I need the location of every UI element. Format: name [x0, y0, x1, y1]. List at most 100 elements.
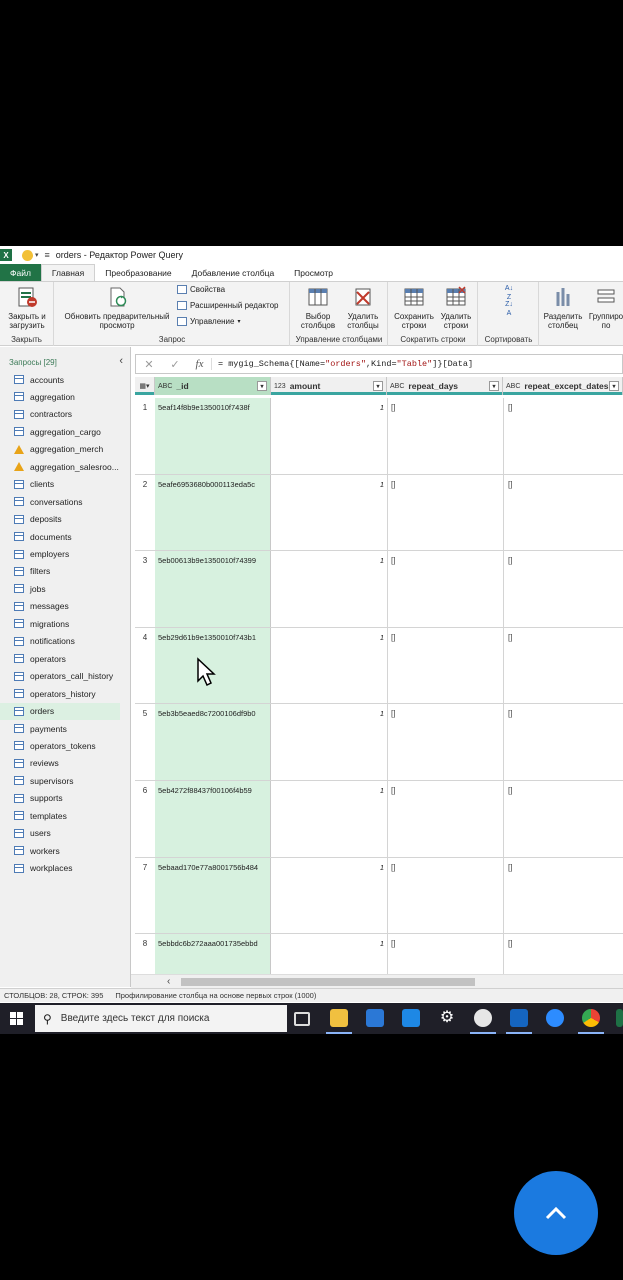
query-item[interactable]: workplaces: [0, 860, 120, 877]
horizontal-scrollbar[interactable]: ‹: [131, 974, 623, 988]
column-header-amount[interactable]: 123 amount ▾: [271, 377, 387, 395]
keep-rows-button[interactable]: Сохранить строки: [393, 286, 435, 330]
query-item[interactable]: accounts: [0, 371, 120, 388]
column-filter-dropdown-icon[interactable]: ▾: [609, 381, 619, 391]
quick-access-dropdown-icon[interactable]: ▾: [35, 251, 39, 259]
remove-rows-button[interactable]: Удалить строки: [435, 286, 477, 330]
cell-repeat-except-dates[interactable]: []: [508, 709, 512, 718]
excel-taskbar-icon[interactable]: [616, 1009, 623, 1027]
query-item[interactable]: messages: [0, 598, 120, 615]
cell-amount[interactable]: 1: [370, 480, 384, 489]
zoom-icon[interactable]: [546, 1009, 564, 1027]
manage-button[interactable]: Управление ▾: [177, 317, 241, 326]
refresh-preview-button[interactable]: Обновить предварительный просмотр: [59, 286, 175, 330]
row-number[interactable]: 3: [135, 556, 155, 565]
row-number[interactable]: 6: [135, 786, 155, 795]
cell-amount[interactable]: 1: [370, 709, 384, 718]
query-item[interactable]: aggregation_merch: [0, 441, 120, 458]
windows-start-icon[interactable]: [10, 1012, 23, 1025]
query-item[interactable]: operators_call_history: [0, 668, 120, 685]
column-filter-dropdown-icon[interactable]: ▾: [257, 381, 267, 391]
query-item[interactable]: aggregation: [0, 388, 120, 405]
query-item[interactable]: contractors: [0, 406, 120, 423]
scrollbar-thumb[interactable]: [181, 978, 475, 986]
fx-icon[interactable]: fx: [188, 358, 212, 370]
status-profiling[interactable]: Профилирование столбца на основе первых …: [115, 991, 316, 1000]
query-item[interactable]: aggregation_salesroo...: [0, 458, 120, 475]
column-type-text-icon[interactable]: ABC: [390, 383, 404, 390]
column-type-text-icon[interactable]: ABC: [158, 383, 172, 390]
query-item[interactable]: jobs: [0, 580, 120, 597]
cell-id[interactable]: 5ebbdc6b272aaa001735ebbd: [158, 939, 258, 948]
cell-id[interactable]: 5ebaad170e77a8001756b484: [158, 863, 258, 872]
cell-amount[interactable]: 1: [370, 633, 384, 642]
cell-repeat-except-dates[interactable]: []: [508, 403, 512, 412]
cell-repeat-days[interactable]: []: [391, 939, 395, 948]
collapse-pane-icon[interactable]: ‹: [119, 355, 123, 367]
cell-repeat-except-dates[interactable]: []: [508, 863, 512, 872]
query-item[interactable]: documents: [0, 528, 120, 545]
cell-repeat-except-dates[interactable]: []: [508, 786, 512, 795]
query-item[interactable]: employers: [0, 546, 120, 563]
column-type-text-icon[interactable]: ABC: [506, 383, 520, 390]
formula-input[interactable]: = mygig_Schema{[Name="orders",Kind="Tabl…: [212, 359, 473, 369]
outlook-icon[interactable]: [510, 1009, 528, 1027]
query-item[interactable]: clients: [0, 476, 120, 493]
query-item[interactable]: workers: [0, 842, 120, 859]
taskbar-search-box[interactable]: ⚲ Введите здесь текст для поиска: [35, 1005, 287, 1032]
cell-amount[interactable]: 1: [370, 556, 384, 565]
query-item[interactable]: notifications: [0, 633, 120, 650]
scroll-to-top-button[interactable]: [514, 1171, 598, 1255]
query-item[interactable]: conversations: [0, 493, 120, 510]
query-item[interactable]: users: [0, 825, 120, 842]
column-header-id[interactable]: ABC _id ▾: [155, 377, 271, 395]
cell-id[interactable]: 5eaf14f8b9e1350010f7438f: [158, 403, 250, 412]
column-header-repeat-except-dates[interactable]: ABC repeat_except_dates ▾: [503, 377, 623, 395]
cell-repeat-days[interactable]: []: [391, 480, 395, 489]
cell-amount[interactable]: 1: [370, 403, 384, 412]
cell-id[interactable]: 5eb4272f88437f00106f4b59: [158, 786, 252, 795]
row-number[interactable]: 4: [135, 633, 155, 642]
tab-view[interactable]: Просмотр: [284, 264, 343, 281]
advanced-editor-button[interactable]: Расширенный редактор: [177, 301, 278, 310]
remove-columns-button[interactable]: Удалить столбцы: [341, 286, 385, 330]
properties-button[interactable]: Свойства: [177, 285, 225, 294]
file-explorer-icon[interactable]: [330, 1009, 348, 1027]
cell-amount[interactable]: 1: [370, 863, 384, 872]
tab-home[interactable]: Главная: [40, 264, 96, 281]
customize-toolbar-icon[interactable]: ≡: [45, 250, 50, 260]
settings-gear-icon[interactable]: ⚙: [438, 1009, 456, 1027]
column-type-number-icon[interactable]: 123: [274, 383, 286, 390]
cell-amount[interactable]: 1: [370, 939, 384, 948]
cell-repeat-days[interactable]: []: [391, 556, 395, 565]
row-number[interactable]: 5: [135, 709, 155, 718]
row-number[interactable]: 7: [135, 863, 155, 872]
row-number[interactable]: 2: [135, 480, 155, 489]
cell-repeat-except-dates[interactable]: []: [508, 633, 512, 642]
cell-repeat-except-dates[interactable]: []: [508, 939, 512, 948]
chrome-icon[interactable]: [582, 1009, 600, 1027]
row-number[interactable]: 1: [135, 403, 155, 412]
cell-id[interactable]: 5eb00613b9e1350010f74399: [158, 556, 256, 565]
accept-formula-icon[interactable]: ✓: [162, 358, 188, 371]
query-item[interactable]: reviews: [0, 755, 120, 772]
query-item[interactable]: filters: [0, 563, 120, 580]
query-item[interactable]: supervisors: [0, 772, 120, 789]
table-menu-button[interactable]: ▦▾: [135, 377, 155, 395]
cell-repeat-days[interactable]: []: [391, 786, 395, 795]
cell-id[interactable]: 5eb29d61b9e1350010f743b1: [158, 633, 256, 642]
query-item[interactable]: deposits: [0, 511, 120, 528]
query-item[interactable]: migrations: [0, 615, 120, 632]
query-item[interactable]: operators_tokens: [0, 737, 120, 754]
smiley-feedback-icon[interactable]: [22, 249, 33, 261]
cell-repeat-days[interactable]: []: [391, 403, 395, 412]
query-item[interactable]: templates: [0, 807, 120, 824]
store-icon[interactable]: [366, 1009, 384, 1027]
query-item[interactable]: aggregation_cargo: [0, 423, 120, 440]
query-item[interactable]: supports: [0, 790, 120, 807]
cell-id[interactable]: 5eb3b5eaed8c7200106df9b0: [158, 709, 256, 718]
group-by-button[interactable]: Группиро по: [586, 286, 623, 330]
cell-id[interactable]: 5eafe6953680b000113eda5c: [158, 480, 255, 489]
cancel-formula-icon[interactable]: ✕: [136, 358, 162, 371]
cell-repeat-except-dates[interactable]: []: [508, 480, 512, 489]
